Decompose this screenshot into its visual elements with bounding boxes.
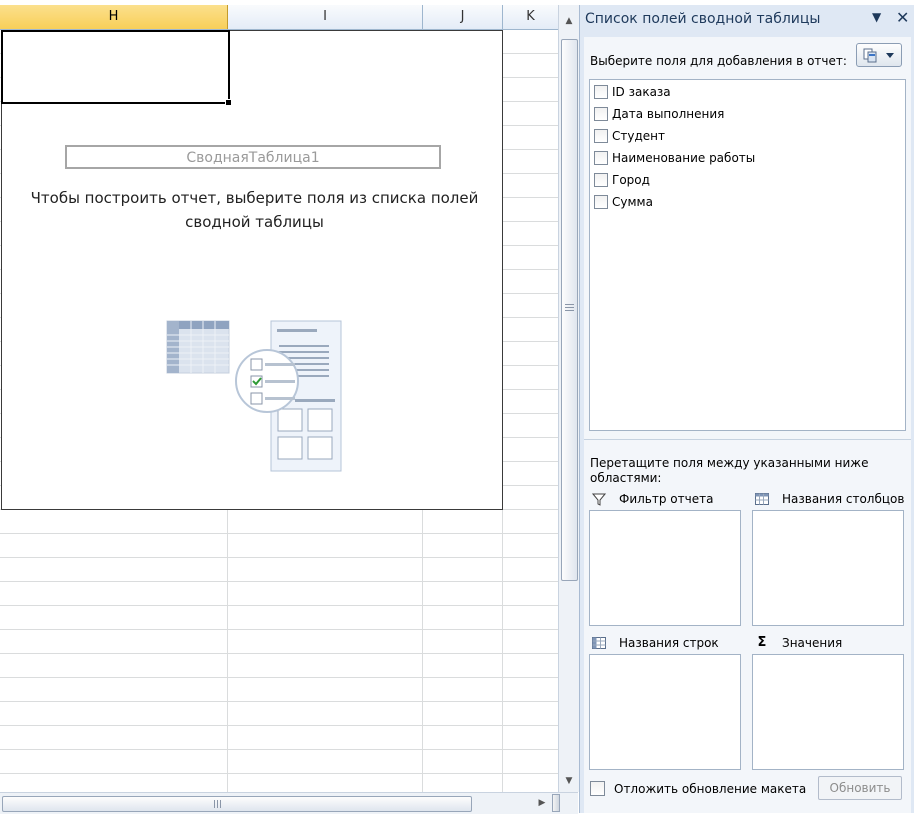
field-checkbox[interactable]	[594, 107, 608, 121]
values-area[interactable]	[752, 654, 904, 770]
vertical-scrollbar[interactable]: ▲ ▼	[558, 5, 579, 792]
values-label: Σ Значения	[755, 635, 843, 651]
field-item-city[interactable]: Город	[594, 170, 650, 190]
grip-icon	[565, 304, 574, 312]
pane-body: Выберите поля для добавления в отчет: ID…	[584, 37, 911, 813]
layout-options-button[interactable]	[856, 43, 902, 67]
field-item-sum[interactable]: Сумма	[594, 192, 653, 212]
report-filter-area[interactable]	[589, 510, 741, 626]
field-item-student[interactable]: Студент	[594, 126, 665, 146]
column-labels-text: Названия столбцов	[782, 492, 905, 506]
horizontal-scroll-thumb[interactable]	[2, 796, 472, 812]
vertical-scroll-thumb[interactable]	[561, 39, 578, 581]
column-labels-area[interactable]	[752, 510, 904, 626]
row-labels-label: Названия строк	[592, 636, 719, 650]
report-filter-text: Фильтр отчета	[619, 492, 714, 506]
column-grid-icon	[755, 492, 769, 506]
defer-layout-label: Отложить обновление макета	[614, 781, 807, 796]
report-filter-label: Фильтр отчета	[591, 492, 714, 506]
pivot-instructions-line1: Чтобы построить отчет, выберите поля из …	[30, 189, 479, 207]
row-labels-text: Названия строк	[619, 636, 719, 650]
split-handle[interactable]	[552, 794, 560, 812]
column-header-j[interactable]: J	[423, 5, 503, 29]
values-text: Значения	[782, 636, 843, 650]
field-label: Студент	[612, 129, 665, 143]
pivot-table-name: СводнаяТаблица1	[65, 145, 441, 169]
choose-fields-label: Выберите поля для добавления в отчет:	[590, 54, 847, 68]
field-checkbox[interactable]	[594, 85, 608, 99]
sigma-icon: Σ	[757, 635, 767, 650]
pane-title: Список полей сводной таблицы	[585, 11, 821, 27]
spreadsheet-area[interactable]: H I J K СводнаяТаблица1 Чтобы построить …	[0, 0, 558, 792]
field-checkbox[interactable]	[594, 129, 608, 143]
field-item-completion-date[interactable]: Дата выполнения	[594, 104, 724, 124]
row-labels-area[interactable]	[589, 654, 741, 770]
field-item-order-id[interactable]: ID заказа	[594, 82, 671, 102]
funnel-icon	[591, 492, 607, 506]
fill-handle[interactable]	[225, 99, 232, 106]
field-list-box[interactable]: ID заказа Дата выполнения Студент Наимен…	[589, 79, 906, 431]
active-cell-h1[interactable]	[1, 30, 232, 106]
update-button[interactable]: Обновить	[818, 776, 902, 800]
column-header-bar: H I J K	[0, 5, 558, 30]
grip-icon	[214, 800, 223, 808]
field-checkbox[interactable]	[594, 151, 608, 165]
dropdown-arrow-icon[interactable]: ▼	[872, 10, 881, 24]
pivot-illustration-icon	[166, 320, 342, 472]
horizontal-scrollbar[interactable]: ▶	[0, 792, 578, 814]
close-icon[interactable]: ✕	[896, 8, 909, 27]
drag-fields-label: Перетащите поля между указанными ниже об…	[590, 456, 869, 485]
defer-layout-checkbox[interactable]	[590, 781, 605, 796]
field-label: ID заказа	[612, 85, 671, 99]
scroll-right-icon[interactable]: ▶	[534, 795, 550, 811]
defer-layout-update[interactable]: Отложить обновление макета	[590, 781, 806, 796]
row-grid-icon	[592, 636, 606, 650]
field-label: Наименование работы	[612, 151, 756, 165]
field-checkbox[interactable]	[594, 173, 608, 187]
scroll-up-icon[interactable]: ▲	[561, 13, 577, 29]
pivot-instructions-line2: сводной таблицы	[185, 213, 324, 231]
column-header-k[interactable]: K	[503, 5, 558, 29]
field-item-work-name[interactable]: Наименование работы	[594, 148, 755, 168]
field-checkbox[interactable]	[594, 195, 608, 209]
field-label: Сумма	[612, 195, 653, 209]
pivot-instructions: Чтобы построить отчет, выберите поля из …	[22, 186, 487, 234]
column-labels-label: Названия столбцов	[755, 492, 904, 506]
field-label: Город	[612, 173, 650, 187]
column-header-h[interactable]: H	[0, 5, 228, 29]
field-label: Дата выполнения	[612, 107, 725, 121]
scroll-down-icon[interactable]: ▼	[561, 773, 577, 789]
layout-options-icon	[863, 48, 894, 63]
pane-splitter[interactable]	[584, 439, 911, 446]
pivot-field-list-pane: Список полей сводной таблицы ▼ ✕ Выберит…	[579, 5, 914, 813]
column-header-i[interactable]: I	[228, 5, 423, 29]
